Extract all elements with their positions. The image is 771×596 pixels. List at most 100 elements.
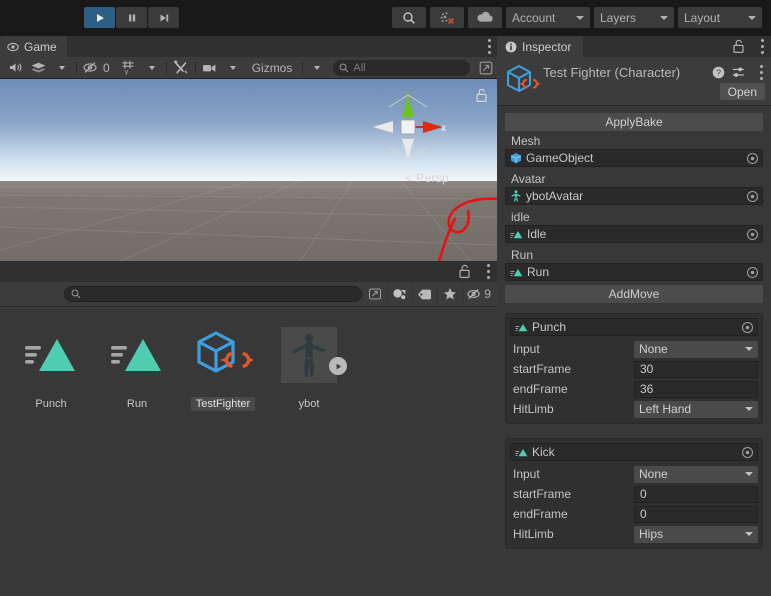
object-picker-button[interactable] <box>745 189 760 204</box>
move-clip-field[interactable]: Punch <box>510 318 758 336</box>
game-view-viewport[interactable]: y x < Persp <box>0 79 497 261</box>
move-block-punch: Punch Input None startFrame 30 endFrame … <box>505 313 763 424</box>
account-dropdown[interactable]: Account <box>506 7 590 28</box>
layers-dropdown[interactable]: Layers <box>594 7 674 28</box>
preset-icon[interactable] <box>732 66 745 79</box>
scene-orientation-gizmo[interactable]: y x <box>367 91 449 163</box>
filter-by-label-button[interactable] <box>411 283 437 305</box>
scene-panel-menu-button[interactable] <box>488 39 491 54</box>
animation-clip-icon <box>25 339 75 371</box>
collab-button[interactable] <box>430 7 464 28</box>
gizmos-dropdown-button[interactable] <box>306 59 328 77</box>
scene-search-input[interactable]: All <box>333 59 470 76</box>
asset-grid: Punch Run TestFighter ybot <box>0 307 497 596</box>
object-picker-button[interactable] <box>745 151 760 166</box>
layout-dropdown[interactable]: Layout <box>678 7 762 28</box>
scene-lock-icon[interactable] <box>475 88 488 103</box>
inspector-object-menu-button[interactable] <box>760 65 763 80</box>
hidden-objects-count: 0 <box>103 60 110 75</box>
inspector-object-title: Test Fighter (Character) <box>543 65 681 80</box>
asset-item[interactable]: Run <box>100 323 174 411</box>
tab-game-label: Game <box>24 39 57 54</box>
property-label: startFrame <box>513 487 572 501</box>
move-clip-field[interactable]: Kick <box>510 443 758 461</box>
chevron-down-icon <box>314 65 321 70</box>
inspector-tabbar: Inspector <box>497 36 771 57</box>
save-search-button[interactable] <box>361 283 387 305</box>
camera-dropdown-button[interactable] <box>222 59 244 77</box>
hidden-objects-button[interactable]: 0 <box>80 59 117 77</box>
object-picker-button[interactable] <box>740 320 755 335</box>
dropdown-value: Hips <box>639 527 664 541</box>
object-picker-button[interactable] <box>745 265 760 280</box>
search-button[interactable] <box>392 7 426 28</box>
hidden-assets-button[interactable]: 9 <box>462 283 495 305</box>
effects-dropdown-button[interactable] <box>51 59 73 77</box>
gizmos-button[interactable]: Gizmos <box>245 59 300 77</box>
grid-dropdown-button[interactable] <box>141 59 163 77</box>
gizmo-center-cube <box>400 119 416 135</box>
project-search-input[interactable] <box>64 286 362 302</box>
object-field-mesh[interactable]: GameObject <box>505 149 763 167</box>
asset-thumbnail <box>191 323 255 387</box>
hitlimb-dropdown[interactable]: Left Hand <box>634 400 758 418</box>
add-move-button[interactable]: AddMove <box>505 285 763 303</box>
object-field-idle[interactable]: Idle <box>505 225 763 243</box>
search-icon <box>403 11 415 24</box>
chevron-down-icon <box>748 15 756 20</box>
model-play-button[interactable] <box>329 357 347 375</box>
camera-icon <box>202 64 216 72</box>
project-lock-icon[interactable] <box>458 264 471 279</box>
scene-tools-button[interactable] <box>170 59 192 77</box>
pause-button[interactable] <box>116 7 147 28</box>
end-frame-input[interactable]: 0 <box>634 505 758 523</box>
filter-by-type-button[interactable] <box>386 283 412 305</box>
asset-item[interactable]: ybot <box>272 323 347 411</box>
maximize-button[interactable] <box>475 59 497 77</box>
scene-projection-label[interactable]: < Persp <box>405 171 449 185</box>
inspector-lock-icon[interactable] <box>732 39 745 54</box>
start-frame-input[interactable]: 30 <box>634 360 758 378</box>
object-field-avatar[interactable]: ybotAvatar <box>505 187 763 205</box>
favorites-button[interactable] <box>437 283 462 305</box>
end-frame-input[interactable]: 36 <box>634 380 758 398</box>
play-icon <box>96 13 104 22</box>
move-clip-value: Kick <box>532 445 555 459</box>
toolbar-separator <box>76 60 77 75</box>
project-panel-menu-button[interactable] <box>487 264 490 279</box>
asset-item[interactable]: Punch <box>14 323 88 411</box>
cloud-button[interactable] <box>468 7 502 28</box>
object-picker-button[interactable] <box>745 227 760 242</box>
apply-bake-button[interactable]: ApplyBake <box>505 113 763 131</box>
step-button[interactable] <box>148 7 179 28</box>
kebab-menu-icon <box>761 39 764 54</box>
tab-inspector[interactable]: Inspector <box>497 36 584 57</box>
input-dropdown[interactable]: None <box>634 340 758 358</box>
input-dropdown[interactable]: None <box>634 465 758 483</box>
effects-button[interactable] <box>27 59 50 77</box>
start-frame-input[interactable]: 0 <box>634 485 758 503</box>
object-picker-button[interactable] <box>740 445 755 460</box>
tab-game[interactable]: Game <box>0 36 67 57</box>
animation-clip-icon <box>510 230 523 238</box>
object-field-run[interactable]: Run <box>505 263 763 281</box>
prefab-icon <box>510 153 522 164</box>
camera-settings-button[interactable] <box>199 59 221 77</box>
help-icon[interactable]: ? <box>712 66 725 79</box>
open-button[interactable]: Open <box>719 83 765 100</box>
animation-clip-icon <box>515 448 528 456</box>
object-picker-icon <box>741 321 754 333</box>
svg-text:?: ? <box>716 68 721 78</box>
unity-editor-window: Account Layers Layout Game 0 y Gizmos Al… <box>0 0 771 596</box>
grid-visibility-button[interactable]: y <box>118 59 140 77</box>
audio-mute-button[interactable] <box>4 59 26 77</box>
scene-panel-tabbar: Game <box>0 36 497 57</box>
animation-clip-icon <box>111 339 161 371</box>
play-button[interactable] <box>84 7 115 28</box>
dropdown-value: None <box>639 467 668 481</box>
inspector-menu-button[interactable] <box>761 39 764 54</box>
property-label: endFrame <box>513 507 568 521</box>
asset-item-selected[interactable]: TestFighter <box>186 323 260 411</box>
hitlimb-dropdown[interactable]: Hips <box>634 525 758 543</box>
svg-text:y: y <box>124 69 128 75</box>
